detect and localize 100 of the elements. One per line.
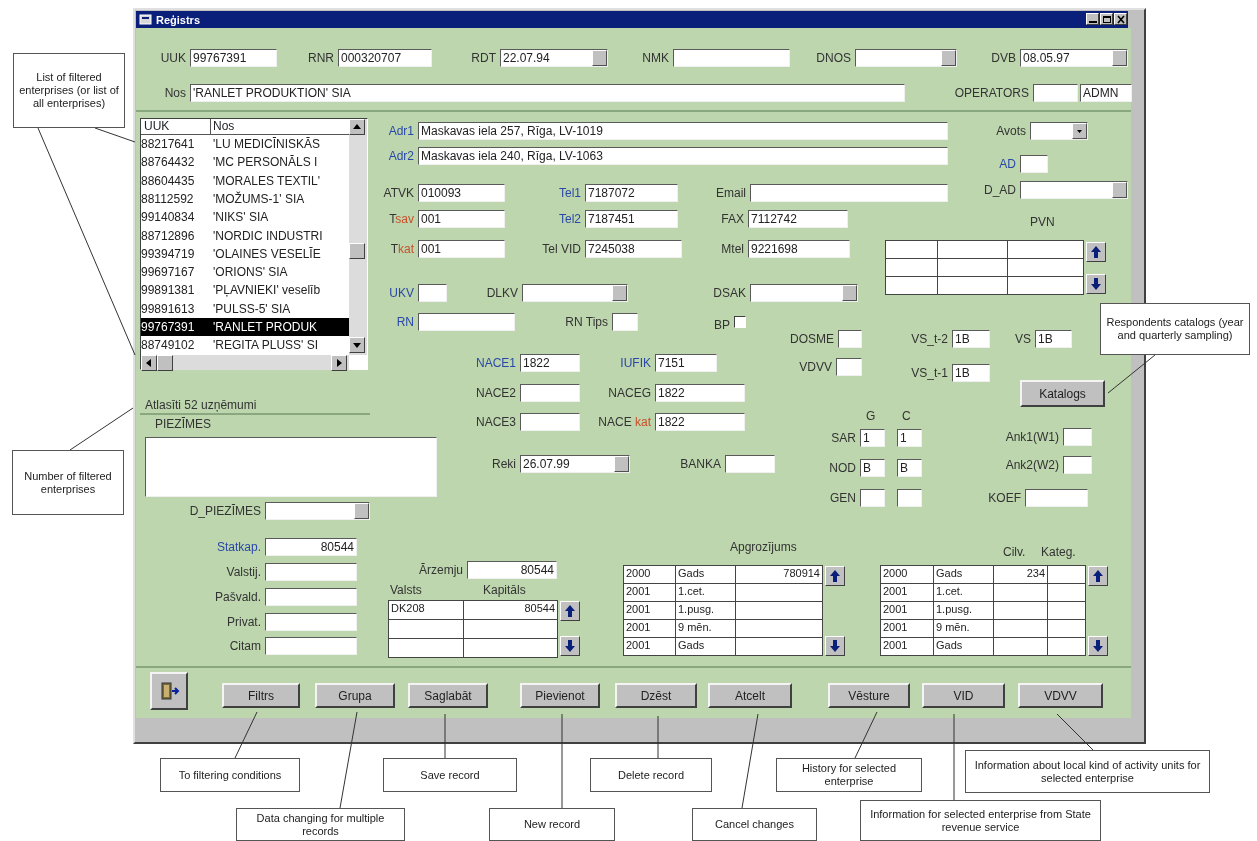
- text-field[interactable]: 010093: [418, 184, 505, 202]
- up-arrow-button[interactable]: [825, 566, 845, 586]
- text-field[interactable]: [1025, 489, 1088, 507]
- list-row[interactable]: 88112592 'MOŽUMS-1' SIA: [141, 189, 349, 208]
- dropdown-button[interactable]: [354, 503, 369, 519]
- number-field[interactable]: 80544: [467, 561, 557, 579]
- text-field[interactable]: 7187072: [585, 184, 678, 202]
- scroll-thumb[interactable]: [349, 243, 365, 259]
- text-field[interactable]: [1020, 155, 1048, 173]
- text-field[interactable]: 1: [860, 429, 885, 447]
- minimize-button[interactable]: [1086, 13, 1099, 25]
- dropdown-field[interactable]: 26.07.99: [520, 455, 630, 473]
- dropdown-button[interactable]: [592, 50, 607, 66]
- text-field[interactable]: 'RANLET PRODUKTION' SIA: [190, 84, 905, 102]
- list-row[interactable]: 88712896 'NORDIC INDUSTRI: [141, 226, 349, 245]
- text-field[interactable]: [612, 313, 638, 331]
- text-field[interactable]: 99767391: [190, 49, 277, 67]
- list-row[interactable]: 88749102 'REGITA PLUSS' SI: [141, 336, 349, 355]
- text-field[interactable]: ADMN: [1080, 84, 1132, 102]
- text-field[interactable]: 1B: [952, 364, 990, 382]
- scroll-down-button[interactable]: [349, 337, 365, 353]
- checkbox[interactable]: [734, 316, 746, 328]
- maximize-button[interactable]: [1100, 13, 1113, 25]
- record-list[interactable]: [140, 118, 368, 370]
- text-field[interactable]: [836, 358, 862, 376]
- number-field[interactable]: 80544: [265, 538, 357, 556]
- scroll-thumb[interactable]: [157, 355, 173, 371]
- up-arrow-button[interactable]: [1086, 242, 1106, 262]
- dropdown-field[interactable]: 08.05.97: [1020, 49, 1128, 67]
- list-row[interactable]: 88217641 'LU MEDICĪNISKĀS: [141, 135, 349, 153]
- text-field[interactable]: 1822: [655, 384, 745, 402]
- text-field[interactable]: 000320707: [338, 49, 432, 67]
- text-field[interactable]: 7187451: [585, 210, 678, 228]
- notes-field[interactable]: [145, 437, 437, 497]
- dropdown-field[interactable]: [522, 284, 628, 302]
- text-field[interactable]: 7112742: [748, 210, 848, 228]
- action-button[interactable]: Grupa: [315, 683, 395, 708]
- number-field[interactable]: [265, 563, 357, 581]
- horizontal-scrollbar[interactable]: [141, 355, 349, 370]
- text-field[interactable]: 1B: [1035, 330, 1072, 348]
- action-button[interactable]: VDVV: [1018, 683, 1103, 708]
- list-row[interactable]: 99394719 'OLAINES VESELĪE: [141, 244, 349, 263]
- text-field[interactable]: [418, 313, 515, 331]
- dropdown-button[interactable]: [1112, 50, 1127, 66]
- text-field[interactable]: 7151: [655, 354, 717, 372]
- text-field[interactable]: [1063, 456, 1092, 474]
- text-field[interactable]: [725, 455, 775, 473]
- action-button[interactable]: Atcelt: [708, 683, 792, 708]
- catalog-button[interactable]: Katalogs: [1020, 380, 1105, 407]
- dropdown-field[interactable]: [1030, 122, 1088, 140]
- text-field[interactable]: [750, 184, 948, 202]
- action-button[interactable]: Saglabāt: [408, 683, 488, 708]
- text-field[interactable]: [520, 384, 580, 402]
- up-arrow-button[interactable]: [1088, 566, 1108, 586]
- down-arrow-button[interactable]: [1088, 636, 1108, 656]
- action-button[interactable]: Dzēst: [615, 683, 697, 708]
- dropdown-button[interactable]: [842, 285, 857, 301]
- number-field[interactable]: [265, 613, 357, 631]
- dropdown-button[interactable]: [612, 285, 627, 301]
- text-field[interactable]: [1063, 428, 1092, 446]
- text-field[interactable]: 1822: [520, 354, 580, 372]
- scroll-right-button[interactable]: [331, 355, 347, 371]
- list-row[interactable]: 99891381 'PĻAVNIEKI' veselīb: [141, 281, 349, 300]
- text-field[interactable]: [673, 49, 790, 67]
- down-arrow-button[interactable]: [825, 636, 845, 656]
- list-row[interactable]: 99697167 'ORIONS' SIA: [141, 263, 349, 282]
- dropdown-button[interactable]: [1072, 123, 1087, 139]
- text-field[interactable]: Maskavas iela 257, Rīga, LV-1019: [418, 122, 948, 140]
- down-arrow-button[interactable]: [560, 636, 580, 656]
- text-field[interactable]: [897, 489, 922, 507]
- scroll-left-button[interactable]: [141, 355, 157, 371]
- text-field[interactable]: B: [897, 459, 922, 477]
- text-field[interactable]: 7245038: [585, 240, 682, 258]
- action-button[interactable]: VID: [922, 683, 1005, 708]
- dropdown-field[interactable]: [855, 49, 957, 67]
- action-button[interactable]: Pievienot: [520, 683, 600, 708]
- down-arrow-button[interactable]: [1086, 274, 1106, 294]
- text-field[interactable]: 001: [418, 240, 505, 258]
- dropdown-button[interactable]: [614, 456, 629, 472]
- action-button[interactable]: Vēsture: [828, 683, 910, 708]
- up-arrow-button[interactable]: [560, 601, 580, 621]
- list-row[interactable]: 99767391 'RANLET PRODUK: [141, 318, 349, 336]
- scroll-up-button[interactable]: [349, 119, 365, 135]
- number-field[interactable]: [265, 588, 357, 606]
- text-field[interactable]: 9221698: [748, 240, 850, 258]
- list-row[interactable]: 88604435 'MORALES TEXTIL': [141, 171, 349, 190]
- text-field[interactable]: Maskavas iela 240, Rīga, LV-1063: [418, 147, 948, 165]
- text-field[interactable]: [520, 413, 580, 431]
- text-field[interactable]: [860, 489, 885, 507]
- text-field[interactable]: [838, 330, 862, 348]
- exit-button[interactable]: [150, 672, 188, 710]
- dropdown-field[interactable]: [750, 284, 858, 302]
- dropdown-button[interactable]: [941, 50, 956, 66]
- dropdown-button[interactable]: [1112, 182, 1127, 198]
- vertical-scrollbar[interactable]: [349, 119, 367, 355]
- text-field[interactable]: [1033, 84, 1078, 102]
- list-row[interactable]: 99891613 'PULSS-5' SIA: [141, 299, 349, 318]
- dropdown-field[interactable]: [265, 502, 370, 520]
- text-field[interactable]: 1822: [655, 413, 745, 431]
- number-field[interactable]: [265, 637, 357, 655]
